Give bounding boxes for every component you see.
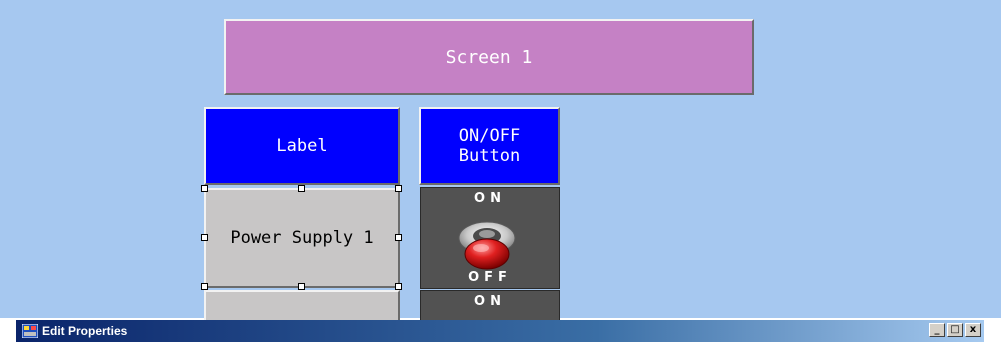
label-cell-power-supply-1[interactable]: Power Supply 1 bbox=[204, 188, 400, 288]
onoff-toggle-button-1[interactable]: ON OFF bbox=[420, 187, 560, 289]
selection-handle-top-left[interactable] bbox=[201, 185, 208, 192]
label-cell-text: Power Supply 1 bbox=[230, 228, 374, 248]
selection-handle-bottom-left[interactable] bbox=[201, 283, 208, 290]
window-title: Edit Properties bbox=[42, 324, 128, 338]
onoff-column-header[interactable]: ON/OFF Button bbox=[419, 107, 560, 185]
label-column-header[interactable]: Label bbox=[204, 107, 400, 185]
screen-canvas: Screen 1 Label ON/OFF Button Power Suppl… bbox=[0, 0, 1001, 330]
selection-handle-middle-left[interactable] bbox=[201, 234, 208, 241]
edit-properties-titlebar[interactable]: Edit Properties _ □ x bbox=[16, 320, 984, 342]
screen-title[interactable]: Screen 1 bbox=[224, 19, 754, 95]
minimize-button[interactable]: _ bbox=[929, 323, 945, 337]
selection-handle-bottom-center[interactable] bbox=[298, 283, 305, 290]
window-app-icon bbox=[22, 324, 38, 338]
onoff-header-line1: ON/OFF bbox=[458, 126, 521, 146]
selection-handle-bottom-right[interactable] bbox=[395, 283, 402, 290]
window-controls: _ □ x bbox=[929, 323, 981, 337]
toggle-off-label: OFF bbox=[468, 270, 512, 285]
toggle-2-on-label: ON bbox=[474, 294, 506, 309]
selection-handle-top-center[interactable] bbox=[298, 185, 305, 192]
selection-handle-middle-right[interactable] bbox=[395, 234, 402, 241]
selection-handle-top-right[interactable] bbox=[395, 185, 402, 192]
maximize-button[interactable]: □ bbox=[947, 323, 963, 337]
toggle-switch-icon bbox=[458, 221, 516, 270]
label-header-text: Label bbox=[276, 136, 328, 156]
onoff-header-line2: Button bbox=[458, 146, 521, 166]
close-button[interactable]: x bbox=[965, 323, 981, 337]
toggle-on-label: ON bbox=[474, 191, 506, 206]
screen-title-text: Screen 1 bbox=[445, 46, 533, 68]
